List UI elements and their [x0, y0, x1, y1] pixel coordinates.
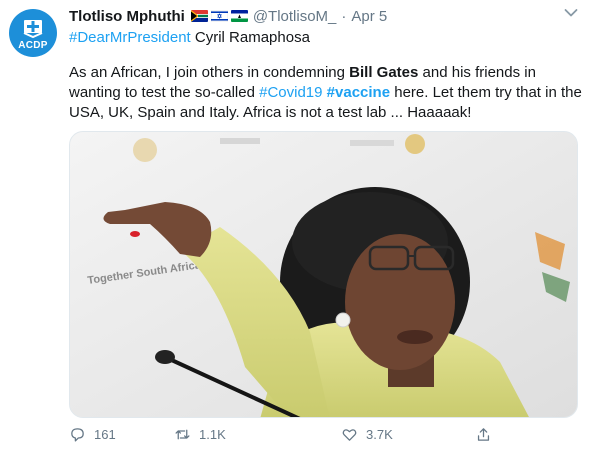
reply-button[interactable]: 161 [69, 426, 116, 443]
tweet-photo[interactable]: Together South Africa [69, 131, 578, 418]
share-icon [477, 428, 490, 441]
author-handle[interactable]: @TlotlisoM_ [253, 8, 337, 25]
like-count: 3.7K [366, 427, 393, 442]
author-display-name[interactable]: Tlotliso Mphuthi [69, 8, 185, 25]
israel-flag-icon [210, 10, 228, 22]
avatar[interactable]: ACDP [9, 9, 57, 57]
tweet-text-part: As an African, I join others in condemni… [69, 64, 350, 81]
heart-icon [342, 429, 357, 441]
chevron-down-icon[interactable] [564, 8, 578, 18]
photo-woman-pointing: Together South Africa [70, 132, 577, 417]
flag-emojis [190, 10, 248, 22]
like-button[interactable]: 3.7K [341, 426, 393, 443]
tweet-actions: 161 1.1K 3.7K [69, 426, 549, 448]
hashtag-vaccine[interactable]: #vaccine [327, 84, 390, 101]
separator: · [341, 7, 347, 25]
timestamp[interactable]: Apr 5 [351, 8, 387, 25]
mention-line: #DearMrPresident Cyril Ramaphosa [69, 28, 310, 48]
reply-icon [71, 428, 84, 442]
retweet-button[interactable]: 1.1K [174, 426, 226, 443]
share-button[interactable] [475, 426, 492, 443]
hashtag-dearmrpresident[interactable]: #DearMrPresident [69, 29, 191, 46]
acdp-logo-icon [23, 20, 43, 39]
tweet-text: As an African, I join others in condemni… [69, 63, 584, 123]
retweet-icon [175, 429, 190, 440]
mention-text: Cyril Ramaphosa [190, 29, 310, 46]
south-africa-flag-icon [190, 10, 208, 22]
retweet-count: 1.1K [199, 427, 226, 442]
hashtag-covid19[interactable]: #Covid19 [259, 84, 322, 101]
bold-bill-gates: Bill Gates [349, 64, 419, 81]
tweet-card[interactable]: ACDP Tlotliso Mphuthi @TlotlisoM_ · Apr … [0, 0, 596, 455]
reply-count: 161 [94, 427, 116, 442]
avatar-label: ACDP [18, 40, 48, 51]
tweet-header: Tlotliso Mphuthi @TlotlisoM_ · Apr 5 [69, 6, 387, 26]
lesotho-flag-icon [230, 10, 248, 22]
